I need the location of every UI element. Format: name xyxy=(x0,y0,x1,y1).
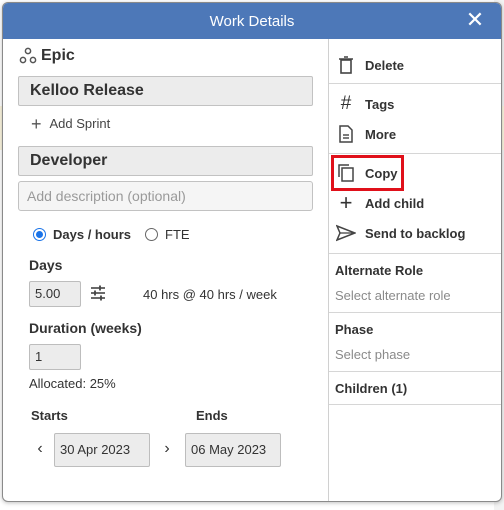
divider xyxy=(329,153,501,154)
hours-summary: 40 hrs @ 40 hrs / week xyxy=(143,287,277,302)
add-child-label: Add child xyxy=(365,195,425,211)
tune-icon[interactable] xyxy=(89,284,107,302)
start-date-input[interactable]: 30 Apr 2023 xyxy=(54,433,150,467)
divider xyxy=(329,312,501,313)
plus-icon: + xyxy=(339,190,353,215)
tags-button[interactable]: # Tags xyxy=(329,90,501,118)
alternate-role-title: Alternate Role xyxy=(335,263,424,278)
add-sprint-link[interactable]: + Add Sprint xyxy=(31,113,111,134)
details-panel: Epic Kelloo Release + Add Sprint Develop… xyxy=(3,39,328,501)
chevron-left-icon[interactable]: ‹ xyxy=(33,441,47,457)
mode-radio-group: Days / hours FTE xyxy=(33,227,204,242)
days-input[interactable]: 5.00 xyxy=(29,281,81,307)
radio-fte-label: FTE xyxy=(165,227,190,242)
work-details-dialog: Work Details ✕ Epic Kelloo Release + Add… xyxy=(2,2,502,502)
duration-input[interactable]: 1 xyxy=(29,344,81,370)
duration-label: Duration (weeks) xyxy=(29,320,142,336)
radio-unselected-icon xyxy=(145,228,159,241)
divider xyxy=(329,371,501,372)
days-label: Days xyxy=(29,257,63,273)
send-to-backlog-label: Send to backlog xyxy=(365,225,466,241)
delete-label: Delete xyxy=(365,57,405,73)
divider xyxy=(329,253,501,254)
alternate-role-select[interactable]: Select alternate role xyxy=(335,288,451,303)
radio-days-hours[interactable]: Days / hours xyxy=(33,227,131,242)
copy-highlight xyxy=(331,155,404,191)
radio-days-hours-label: Days / hours xyxy=(53,227,132,242)
close-icon[interactable]: ✕ xyxy=(463,8,487,32)
more-label: More xyxy=(365,126,397,142)
phase-title: Phase xyxy=(335,322,374,337)
radio-selected-icon xyxy=(33,228,46,241)
starts-label: Starts xyxy=(31,408,68,423)
radio-fte[interactable]: FTE xyxy=(145,227,190,242)
allocated-text: Allocated: 25% xyxy=(29,376,116,391)
end-date-input[interactable]: 06 May 2023 xyxy=(185,433,281,467)
dialog-header: Work Details ✕ xyxy=(3,3,501,39)
trash-icon xyxy=(335,54,357,76)
add-child-button[interactable]: + Add child xyxy=(329,189,501,217)
actions-panel: Delete # Tags More Copy + Add child Send… xyxy=(328,39,501,501)
epic-row: Epic xyxy=(19,47,75,65)
send-to-backlog-button[interactable]: Send to backlog xyxy=(329,219,501,247)
epic-name-field[interactable]: Kelloo Release xyxy=(18,76,313,106)
phase-select[interactable]: Select phase xyxy=(335,347,410,362)
divider xyxy=(329,404,501,405)
delete-button[interactable]: Delete xyxy=(329,51,501,79)
dialog-title: Work Details xyxy=(209,12,295,30)
divider xyxy=(329,83,501,84)
epic-label: Epic xyxy=(41,47,75,64)
ends-label: Ends xyxy=(196,408,228,423)
description-input[interactable]: Add description (optional) xyxy=(18,181,313,211)
document-icon xyxy=(335,123,357,145)
add-sprint-label: Add Sprint xyxy=(49,116,111,131)
chevron-right-icon[interactable]: › xyxy=(160,441,174,457)
tags-label: Tags xyxy=(365,96,395,112)
children-toggle[interactable]: Children (1) xyxy=(335,381,407,396)
hash-icon: # xyxy=(340,93,352,114)
epic-icon xyxy=(19,47,37,64)
more-button[interactable]: More xyxy=(329,120,501,148)
role-field[interactable]: Developer xyxy=(18,146,313,176)
plus-icon: + xyxy=(31,113,42,134)
send-icon xyxy=(335,222,357,244)
